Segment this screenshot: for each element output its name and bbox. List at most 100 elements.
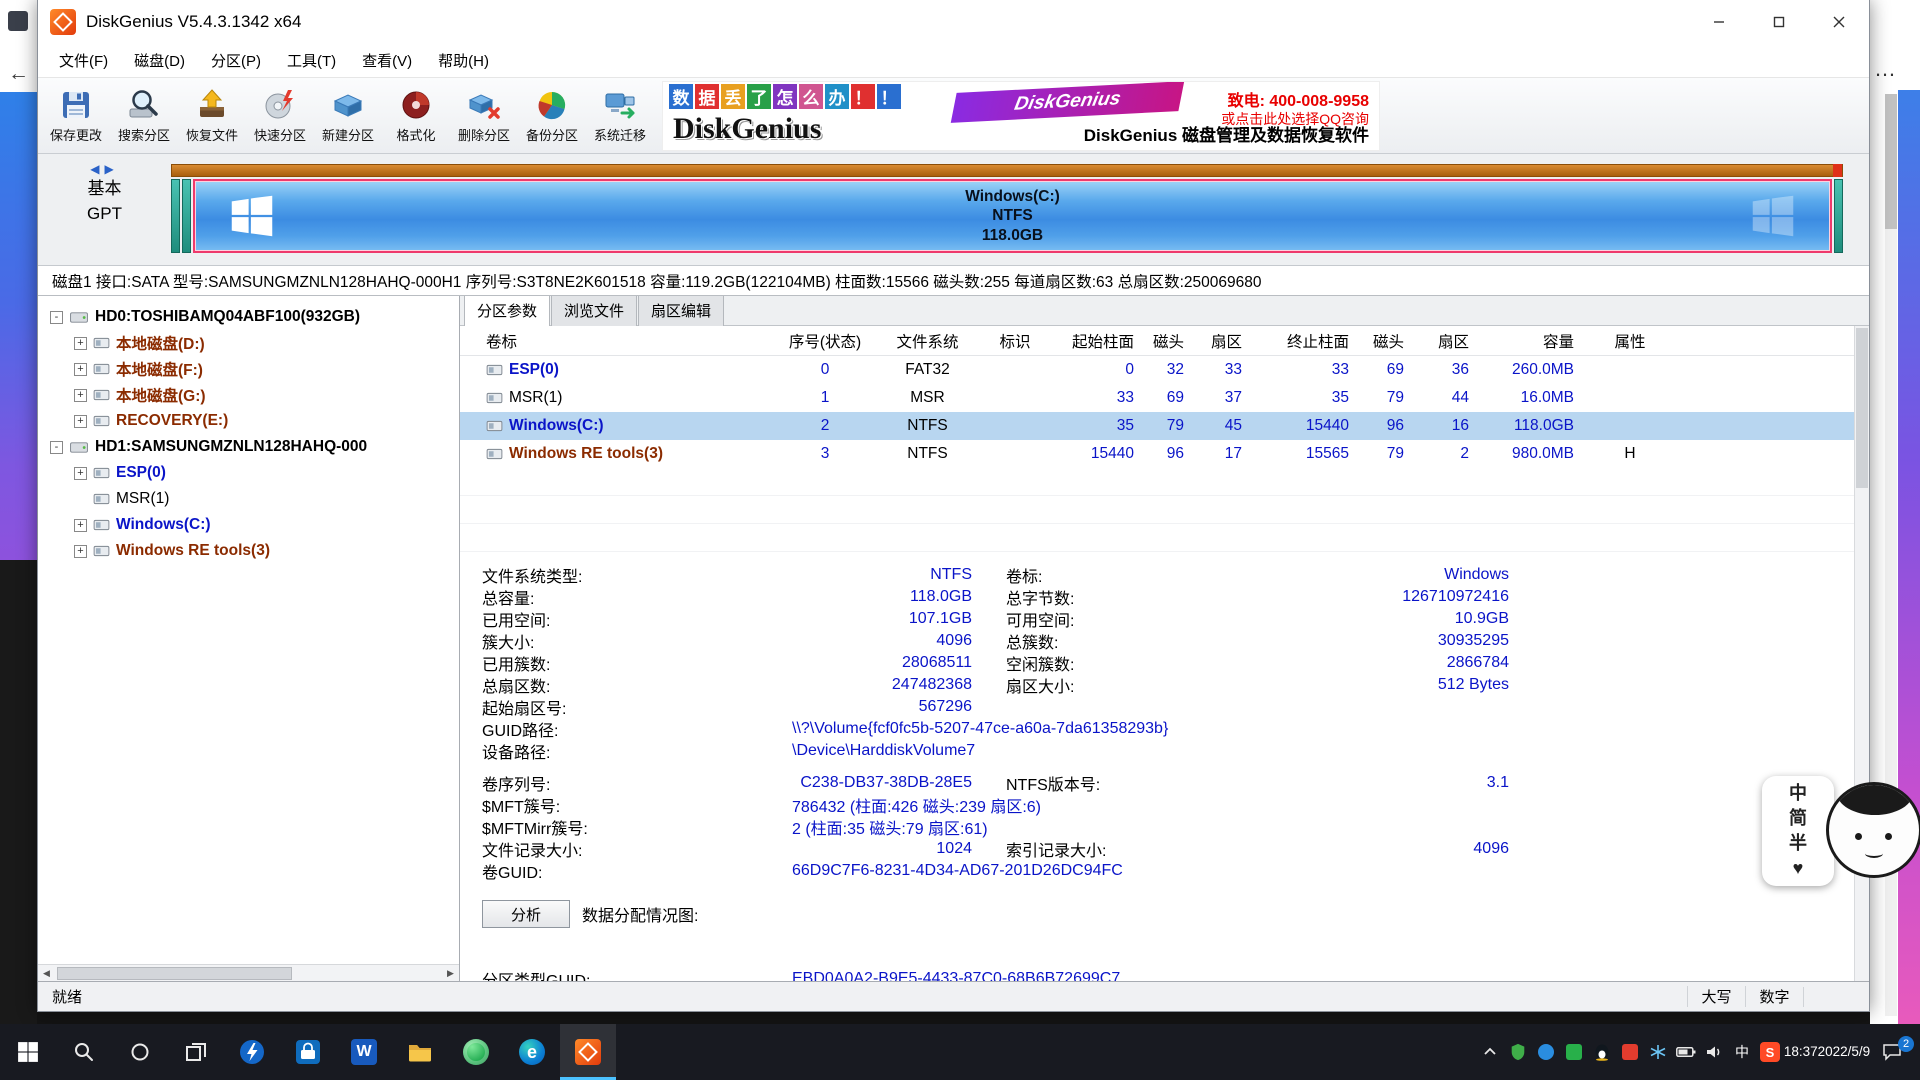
task-view-button[interactable] bbox=[168, 1024, 224, 1080]
menu-help[interactable]: 帮助(H) bbox=[425, 44, 502, 77]
tree-item-windows-re-tools[interactable]: + Windows RE tools(3) bbox=[38, 538, 459, 564]
table-row-esp[interactable]: ESP(0) 0 FAT32 0 32 33 33 69 36 260.0MB bbox=[460, 356, 1869, 384]
action-center-button[interactable]: 2 bbox=[1870, 1024, 1914, 1080]
tray-input-indicator[interactable]: 中 bbox=[1728, 1024, 1756, 1080]
tray-show-hidden-icons[interactable] bbox=[1476, 1024, 1504, 1080]
col-start-head[interactable]: 磁头 bbox=[1150, 330, 1200, 352]
save-changes-button[interactable]: 保存更改 bbox=[42, 81, 110, 151]
col-start-cylinder[interactable]: 起始柱面 bbox=[1055, 330, 1150, 352]
tray-app-snowflake[interactable] bbox=[1644, 1024, 1672, 1080]
start-button[interactable] bbox=[0, 1024, 56, 1080]
col-attribute[interactable]: 属性 bbox=[1590, 330, 1670, 352]
tray-qq[interactable] bbox=[1588, 1024, 1616, 1080]
expand-expander-icon[interactable]: + bbox=[74, 519, 87, 532]
status-resize-grip[interactable] bbox=[1803, 987, 1869, 1007]
tree-item-windows-c[interactable]: + Windows(C:) bbox=[38, 512, 459, 538]
taskbar-app-thunder[interactable] bbox=[224, 1024, 280, 1080]
table-row-windows-c-selected[interactable]: Windows(C:) 2 NTFS 35 79 45 15440 96 16 … bbox=[460, 412, 1869, 440]
analyze-button[interactable]: 分析 bbox=[482, 900, 570, 928]
heart-icon[interactable]: ♥ bbox=[1793, 856, 1804, 881]
scroll-right-icon[interactable]: ▶ bbox=[442, 965, 459, 982]
ime-mode-simplified[interactable]: 简 bbox=[1789, 806, 1807, 831]
expand-expander-icon[interactable]: + bbox=[74, 545, 87, 558]
tray-sogou[interactable]: S bbox=[1756, 1024, 1784, 1080]
ime-floating-widget[interactable]: 中 简 半 ♥ bbox=[1762, 770, 1920, 894]
taskbar-app-diskgenius-active[interactable] bbox=[560, 1024, 616, 1080]
expand-expander-icon[interactable]: + bbox=[74, 389, 87, 402]
ad-banner[interactable]: 数 据 丢 了 怎 么 办 ！ ！ DiskGenius DiskGenius … bbox=[662, 81, 1380, 151]
ime-mascot-avatar[interactable] bbox=[1826, 782, 1920, 878]
col-end-cylinder[interactable]: 终止柱面 bbox=[1258, 330, 1365, 352]
col-end-head[interactable]: 磁头 bbox=[1365, 330, 1420, 352]
expand-expander-icon[interactable]: + bbox=[74, 467, 87, 480]
delete-partition-button[interactable]: 删除分区 bbox=[450, 81, 518, 151]
expand-expander-icon[interactable]: + bbox=[74, 363, 87, 376]
taskbar-app-file-explorer[interactable] bbox=[392, 1024, 448, 1080]
col-filesystem[interactable]: 文件系统 bbox=[880, 330, 975, 352]
col-volume[interactable]: 卷标 bbox=[460, 330, 770, 352]
ime-mode-halfwidth[interactable]: 半 bbox=[1789, 831, 1807, 856]
back-arrow-icon[interactable]: ← bbox=[0, 58, 37, 90]
table-row-msr[interactable]: MSR(1) 1 MSR 33 69 37 35 79 44 16.0MB bbox=[460, 384, 1869, 412]
menu-tools[interactable]: 工具(T) bbox=[274, 44, 349, 77]
expand-expander-icon[interactable]: + bbox=[74, 415, 87, 428]
tray-volume[interactable] bbox=[1700, 1024, 1728, 1080]
system-migration-button[interactable]: 系统迁移 bbox=[586, 81, 654, 151]
tray-app-green[interactable] bbox=[1560, 1024, 1588, 1080]
menu-partition[interactable]: 分区(P) bbox=[198, 44, 274, 77]
cortana-button[interactable] bbox=[112, 1024, 168, 1080]
quick-partition-button[interactable]: 快速分区 bbox=[246, 81, 314, 151]
tree-item-recovery-e[interactable]: + RECOVERY(E:) bbox=[38, 408, 459, 434]
scrollbar-thumb[interactable] bbox=[57, 967, 292, 980]
tray-security-shield[interactable] bbox=[1504, 1024, 1532, 1080]
collapse-expander-icon[interactable]: - bbox=[50, 311, 63, 324]
taskbar-app-browser-360[interactable] bbox=[448, 1024, 504, 1080]
tray-battery[interactable] bbox=[1672, 1024, 1700, 1080]
search-partition-button[interactable]: 搜索分区 bbox=[110, 81, 178, 151]
col-start-sector[interactable]: 扇区 bbox=[1200, 330, 1258, 352]
col-flag[interactable]: 标识 bbox=[975, 330, 1055, 352]
overflow-menu-ic[interactable]: … bbox=[1874, 56, 1898, 82]
col-end-sector[interactable]: 扇区 bbox=[1420, 330, 1485, 352]
tree-item-local-g[interactable]: + 本地磁盘(G:) bbox=[38, 382, 459, 408]
taskbar-clock[interactable]: 18:37 2022/5/9 bbox=[1784, 1024, 1870, 1080]
tab-partition-parameters[interactable]: 分区参数 bbox=[464, 296, 550, 326]
tree-item-hd0[interactable]: - HD0:TOSHIBAMQ04ABF100(932GB) bbox=[38, 304, 459, 330]
tray-app-red[interactable] bbox=[1616, 1024, 1644, 1080]
tree-item-hd1[interactable]: - HD1:SAMSUNGMZNLN128HAHQ-000 bbox=[38, 434, 459, 460]
tray-app-blue[interactable] bbox=[1532, 1024, 1560, 1080]
col-number-status[interactable]: 序号(状态) bbox=[770, 330, 880, 352]
close-button[interactable] bbox=[1809, 0, 1869, 44]
maximize-button[interactable] bbox=[1749, 0, 1809, 44]
partition-block-re-tools[interactable] bbox=[1834, 179, 1843, 253]
tree-item-local-d[interactable]: + 本地磁盘(D:) bbox=[38, 330, 459, 356]
tree-item-msr[interactable]: MSR(1) bbox=[38, 486, 459, 512]
taskbar-app-store[interactable] bbox=[280, 1024, 336, 1080]
taskbar-app-word[interactable]: W bbox=[336, 1024, 392, 1080]
scrollbar-thumb[interactable] bbox=[1856, 328, 1868, 488]
expand-expander-icon[interactable]: + bbox=[74, 337, 87, 350]
tree-item-esp[interactable]: + ESP(0) bbox=[38, 460, 459, 486]
collapse-expander-icon[interactable]: - bbox=[50, 441, 63, 454]
new-partition-button[interactable]: 新建分区 bbox=[314, 81, 382, 151]
menu-disk[interactable]: 磁盘(D) bbox=[121, 44, 198, 77]
tree-horizontal-scrollbar[interactable]: ◀ ▶ bbox=[38, 964, 459, 981]
minimize-button[interactable] bbox=[1689, 0, 1749, 44]
tab-browse-files[interactable]: 浏览文件 bbox=[551, 296, 637, 326]
partition-block-msr[interactable] bbox=[182, 179, 191, 253]
taskbar-app-edge[interactable]: e bbox=[504, 1024, 560, 1080]
tree-item-local-f[interactable]: + 本地磁盘(F:) bbox=[38, 356, 459, 382]
col-capacity[interactable]: 容量 bbox=[1485, 330, 1590, 352]
menu-file[interactable]: 文件(F) bbox=[46, 44, 121, 77]
taskbar-search-button[interactable] bbox=[56, 1024, 112, 1080]
scroll-left-icon[interactable]: ◀ bbox=[38, 965, 55, 982]
partition-block-windows-c[interactable]: Windows(C:) NTFS 118.0GB bbox=[193, 179, 1832, 253]
menu-view[interactable]: 查看(V) bbox=[349, 44, 425, 77]
ime-mode-box[interactable]: 中 简 半 ♥ bbox=[1762, 776, 1834, 886]
backup-partition-button[interactable]: 备份分区 bbox=[518, 81, 586, 151]
table-row-windows-re-tools[interactable]: Windows RE tools(3) 3 NTFS 15440 96 17 1… bbox=[460, 440, 1869, 468]
collapse-arrows-icon[interactable]: ◀▶ bbox=[90, 162, 118, 176]
recover-files-button[interactable]: 恢复文件 bbox=[178, 81, 246, 151]
partition-block-esp[interactable] bbox=[171, 179, 180, 253]
ime-mode-chinese[interactable]: 中 bbox=[1789, 781, 1807, 806]
